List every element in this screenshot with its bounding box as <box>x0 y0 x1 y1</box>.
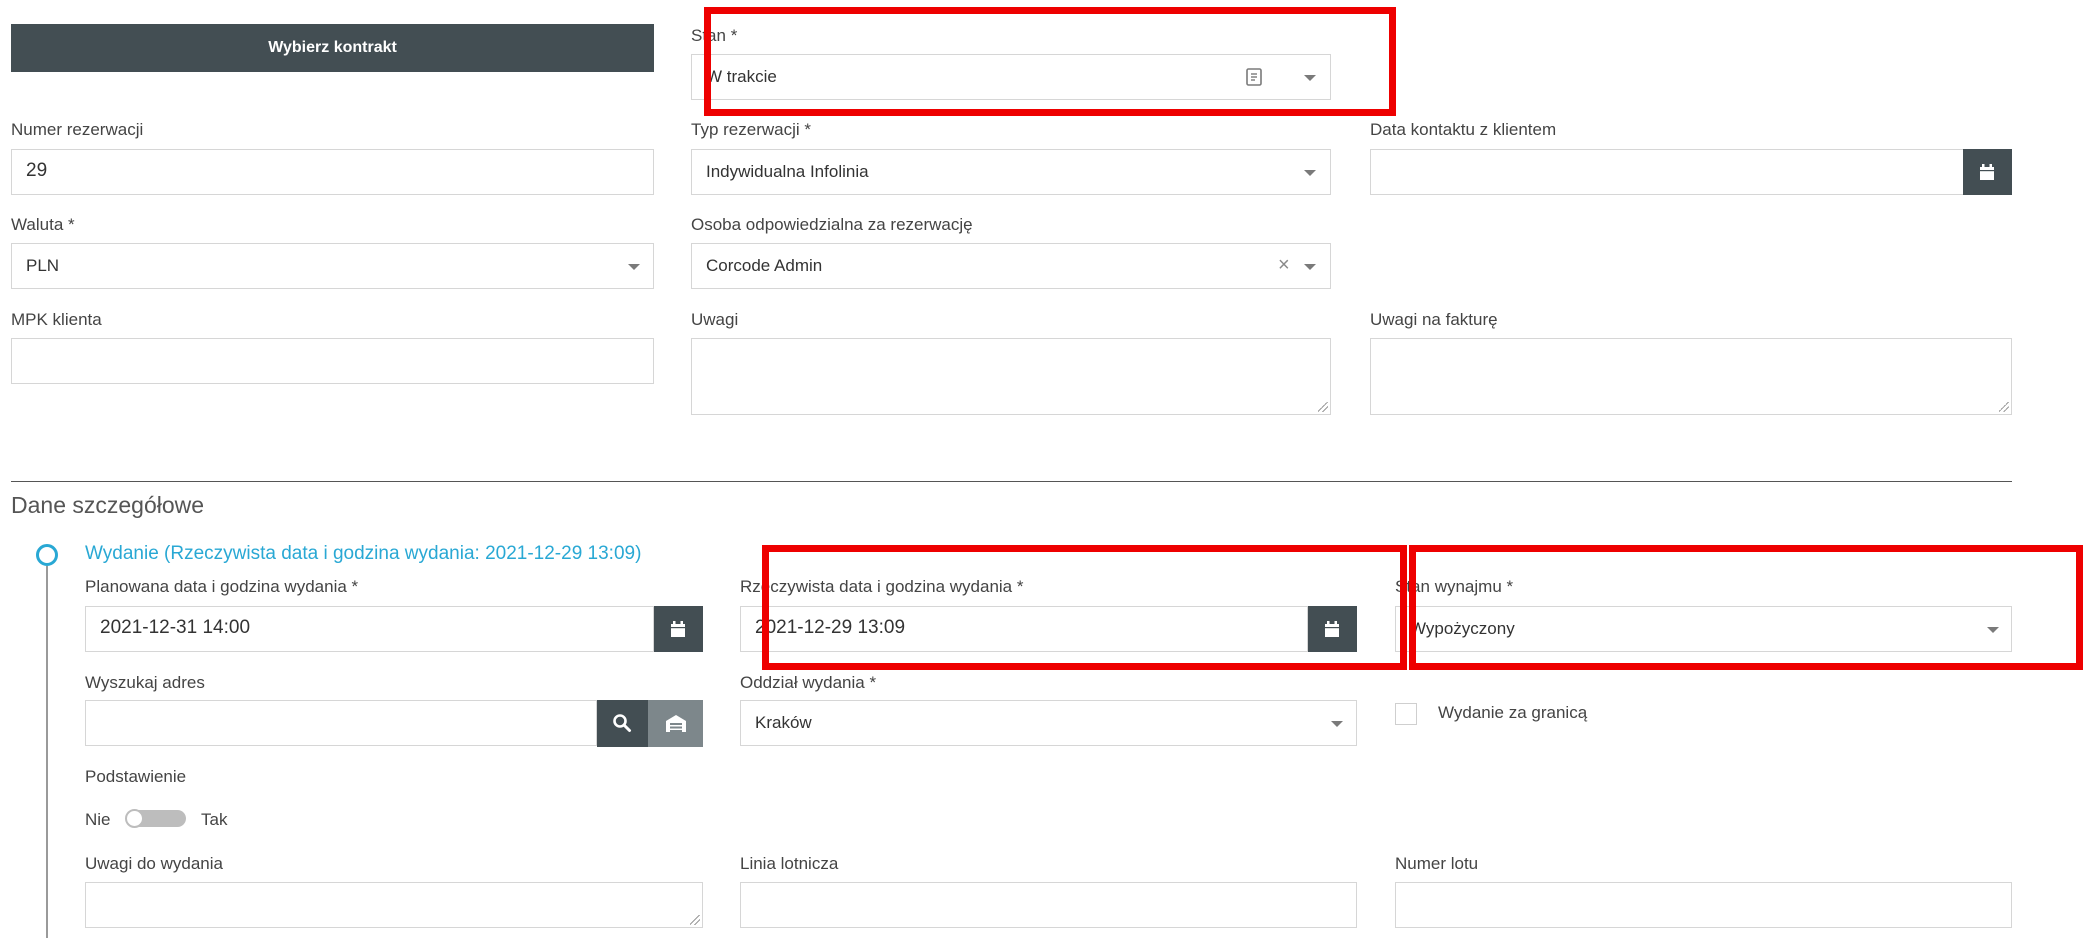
responsible-person-select[interactable]: Corcode Admin × <box>691 243 1331 289</box>
substitution-toggle[interactable] <box>125 809 186 828</box>
choose-contract-label: Wybierz kontrakt <box>268 39 397 56</box>
invoice-notes-label: Uwagi na fakturę <box>1370 310 1498 329</box>
planned-datetime-calendar-button[interactable] <box>654 606 703 652</box>
section-title: Dane szczegółowe <box>11 492 205 518</box>
currency-value: PLN <box>26 256 60 275</box>
calendar-icon <box>1980 164 1994 180</box>
contact-date-label: Data kontaktu z klientem <box>1370 120 1557 139</box>
highlight-box-actual-datetime <box>762 545 1407 670</box>
chevron-down-icon <box>1304 170 1316 176</box>
search-address-button[interactable] <box>597 700 648 747</box>
substitution-label: Podstawienie <box>85 767 187 786</box>
resize-handle[interactable] <box>1318 402 1328 412</box>
reservation-number-label: Numer rezerwacji <box>11 120 144 139</box>
airline-label: Linia lotnicza <box>740 854 839 873</box>
contact-date-calendar-button[interactable] <box>1963 149 2012 195</box>
planned-datetime-value: 2021-12-31 14:00 <box>100 617 251 638</box>
search-address-label: Wyszukaj adres <box>85 673 205 692</box>
toggle-knob <box>125 809 144 828</box>
choose-contract-button[interactable]: Wybierz kontrakt <box>11 24 654 72</box>
clear-icon[interactable]: × <box>1278 254 1290 276</box>
warehouse-icon <box>666 715 686 732</box>
timeline-line <box>46 566 48 938</box>
invoice-notes-textarea[interactable] <box>1370 338 2012 415</box>
release-notes-label: Uwagi do wydania <box>85 854 223 873</box>
release-branch-label: Oddział wydania * <box>740 673 877 692</box>
chevron-down-icon <box>628 264 640 270</box>
release-notes-textarea[interactable] <box>85 882 703 928</box>
reservation-type-label: Typ rezerwacji * <box>691 120 811 139</box>
reservation-number-value: 29 <box>26 160 48 181</box>
highlight-box-status <box>704 7 1396 116</box>
toggle-off-label: Nie <box>85 810 111 829</box>
airline-input[interactable] <box>740 882 1357 928</box>
notes-textarea[interactable] <box>691 338 1331 415</box>
resize-handle[interactable] <box>1999 402 2009 412</box>
reservation-type-value: Indywidualna Infolinia <box>706 162 869 181</box>
section-divider <box>11 481 2012 482</box>
toggle-on-label: Tak <box>201 810 228 829</box>
search-icon <box>613 714 631 732</box>
timeline-node-icon <box>36 544 58 566</box>
planned-datetime-input[interactable]: 2021-12-31 14:00 <box>85 606 654 652</box>
client-mpk-label: MPK klienta <box>11 310 102 329</box>
currency-label: Waluta * <box>11 215 75 234</box>
reservation-type-select[interactable]: Indywidualna Infolinia <box>691 149 1331 195</box>
currency-select[interactable]: PLN <box>11 243 654 289</box>
warehouse-button[interactable] <box>648 700 703 747</box>
planned-datetime-label: Planowana data i godzina wydania * <box>85 577 359 596</box>
calendar-icon <box>671 621 685 637</box>
flight-number-label: Numer lotu <box>1395 854 1479 873</box>
step-title[interactable]: Wydanie (Rzeczywista data i godzina wyda… <box>85 543 641 565</box>
responsible-person-value: Corcode Admin <box>706 256 823 275</box>
release-branch-select[interactable]: Kraków <box>740 700 1357 746</box>
resize-handle[interactable] <box>690 915 700 925</box>
notes-label: Uwagi <box>691 310 739 329</box>
abroad-checkbox-label: Wydanie za granicą <box>1438 703 1588 722</box>
client-mpk-input[interactable] <box>11 338 654 384</box>
highlight-box-rental-status <box>1409 545 2083 670</box>
reservation-number-input[interactable]: 29 <box>11 149 654 195</box>
abroad-checkbox[interactable] <box>1395 703 1417 725</box>
release-branch-value: Kraków <box>755 713 812 732</box>
responsible-person-label: Osoba odpowiedzialna za rezerwację <box>691 215 973 234</box>
search-address-input[interactable] <box>85 700 597 746</box>
chevron-down-icon <box>1331 721 1343 727</box>
flight-number-input[interactable] <box>1395 882 2012 928</box>
contact-date-input[interactable] <box>1370 149 1964 195</box>
chevron-down-icon <box>1304 264 1316 270</box>
